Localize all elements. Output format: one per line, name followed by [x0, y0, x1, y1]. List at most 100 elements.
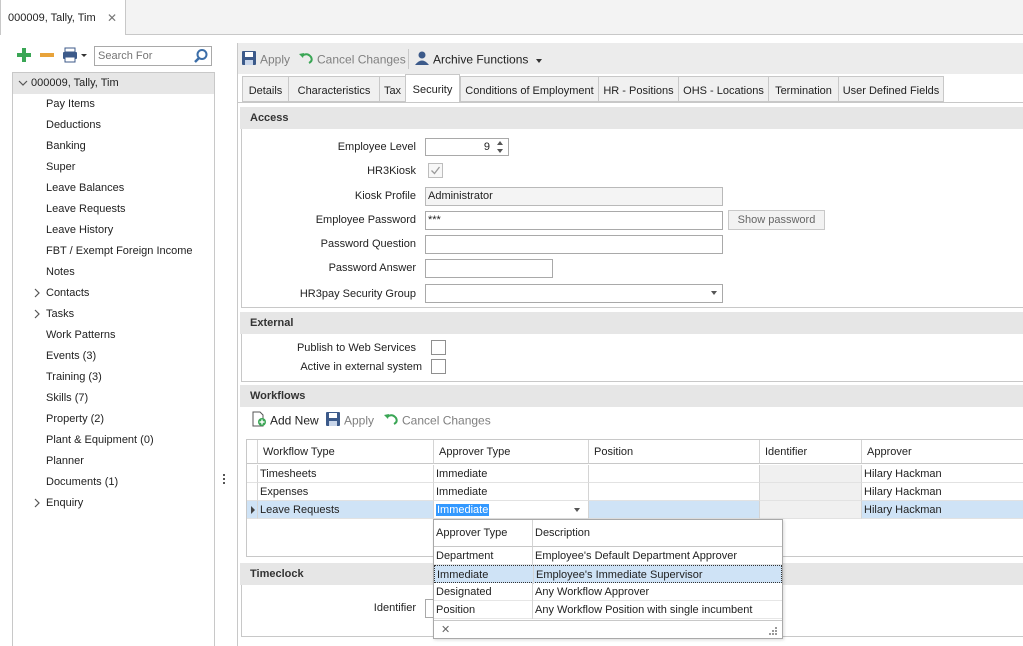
table-cell[interactable]: Immediate — [434, 501, 589, 519]
tree-item-label: Deductions — [46, 119, 102, 131]
tree-item[interactable]: Banking — [13, 136, 214, 157]
option-type: Immediate — [437, 569, 489, 581]
tab-ohs-locations[interactable]: OHS - Locations — [678, 76, 768, 102]
employee-level-spinner[interactable]: 9 — [425, 138, 509, 156]
table-cell[interactable]: Expenses — [258, 483, 434, 501]
tree-item-label: Documents (1) — [46, 476, 119, 488]
tree-item[interactable]: Pay Items — [13, 94, 214, 115]
tree-item[interactable]: Planner — [13, 451, 214, 472]
row-indicator[interactable] — [247, 465, 258, 483]
table-cell[interactable]: Hilary Hackman — [862, 483, 1023, 501]
external-section: Publish to Web Services Active in extern… — [241, 334, 1023, 382]
access-section-header[interactable]: Access — [240, 107, 1023, 129]
tab-termination[interactable]: Termination — [768, 76, 838, 102]
add-icon[interactable] — [16, 47, 32, 66]
cancel-changes-button[interactable]: Cancel Changes — [298, 50, 406, 68]
table-cell[interactable] — [760, 501, 862, 519]
employee-password-field[interactable]: *** — [425, 211, 723, 230]
print-icon[interactable] — [62, 47, 88, 66]
tree-item[interactable]: FBT / Exempt Foreign Income — [13, 241, 214, 262]
tree-item[interactable]: Documents (1) — [13, 472, 214, 493]
pane-splitter[interactable] — [221, 473, 227, 485]
spin-down-icon[interactable] — [497, 149, 503, 153]
column-header[interactable]: Approver Type — [434, 440, 589, 464]
column-divider — [533, 566, 534, 584]
tree-item[interactable]: Super — [13, 157, 214, 178]
hr3kiosk-checkbox[interactable] — [428, 163, 443, 178]
chevron-down-icon[interactable] — [574, 508, 580, 512]
kiosk-profile-field[interactable]: Administrator — [425, 187, 723, 206]
close-icon[interactable]: ✕ — [107, 11, 117, 25]
approver-type-option[interactable]: Designated Any Workflow Approver — [434, 583, 782, 601]
column-header[interactable]: Approver — [862, 440, 1023, 464]
tab-details[interactable]: Details — [242, 76, 288, 102]
tab-conditions-of-employment[interactable]: Conditions of Employment — [460, 76, 598, 102]
approver-type-option[interactable]: Department Employee's Default Department … — [434, 547, 782, 565]
password-answer-field[interactable] — [425, 259, 553, 278]
add-new-button[interactable]: Add New — [251, 411, 319, 429]
table-cell[interactable] — [589, 465, 760, 483]
table-cell[interactable]: Hilary Hackman — [862, 465, 1023, 483]
tab-tax[interactable]: Tax — [379, 76, 405, 102]
tree-item[interactable]: Plant & Equipment (0) — [13, 430, 214, 451]
table-cell[interactable] — [589, 483, 760, 501]
tree-item[interactable]: Skills (7) — [13, 388, 214, 409]
search-input[interactable] — [95, 47, 190, 65]
document-tab[interactable]: 000009, Tally, Tim ✕ — [0, 0, 126, 36]
tree-item[interactable]: Leave Requests — [13, 199, 214, 220]
publish-web-services-checkbox[interactable] — [431, 340, 446, 355]
tree-root[interactable]: 000009, Tally, Tim — [13, 73, 214, 94]
tree-item[interactable]: Notes — [13, 262, 214, 283]
show-password-button[interactable]: Show password — [728, 210, 825, 230]
approver-type-editor-value[interactable]: Immediate — [436, 504, 490, 516]
tree-item[interactable]: Training (3) — [13, 367, 214, 388]
tab-security[interactable]: Security — [405, 74, 460, 103]
clear-icon[interactable]: ✕ — [441, 623, 450, 636]
table-cell[interactable]: Immediate — [434, 483, 589, 501]
table-cell[interactable]: Timesheets — [258, 465, 434, 483]
workflows-section-header[interactable]: Workflows — [240, 385, 1023, 407]
chevron-right-icon[interactable] — [31, 493, 43, 522]
tab-hr-positions[interactable]: HR - Positions — [598, 76, 678, 102]
tab-user-defined-fields[interactable]: User Defined Fields — [838, 76, 944, 102]
external-section-header[interactable]: External — [240, 312, 1023, 334]
tree-item-label: FBT / Exempt Foreign Income — [46, 245, 193, 257]
tree-item[interactable]: Deductions — [13, 115, 214, 136]
workflow-cancel-changes-button[interactable]: Cancel Changes — [383, 411, 491, 429]
tree-item[interactable]: Leave Balances — [13, 178, 214, 199]
tab-characteristics[interactable]: Characteristics — [288, 76, 379, 102]
table-cell[interactable]: Hilary Hackman — [862, 501, 1023, 519]
tree-root-label: 000009, Tally, Tim — [31, 77, 119, 89]
workflow-apply-button[interactable]: Apply — [325, 411, 374, 429]
tree-item[interactable]: Property (2) — [13, 409, 214, 430]
tree-item[interactable]: Contacts — [13, 283, 214, 304]
table-cell[interactable] — [589, 501, 760, 519]
active-external-checkbox[interactable] — [431, 359, 446, 374]
table-cell[interactable]: Immediate — [434, 465, 589, 483]
tree-item[interactable]: Tasks — [13, 304, 214, 325]
tree-item[interactable]: Work Patterns — [13, 325, 214, 346]
archive-functions-menu[interactable]: Archive Functions — [414, 50, 542, 68]
spin-up-icon[interactable] — [497, 141, 503, 145]
table-cell[interactable] — [760, 465, 862, 483]
search-icon[interactable] — [193, 48, 209, 67]
tree-item[interactable]: Leave History — [13, 220, 214, 241]
password-question-field[interactable] — [425, 235, 723, 254]
column-header[interactable]: Workflow Type — [258, 440, 434, 464]
resize-grip-icon[interactable] — [768, 626, 778, 639]
search-box[interactable] — [94, 46, 212, 66]
approver-type-option[interactable]: Position Any Workflow Position with singl… — [434, 601, 782, 619]
security-group-select[interactable] — [425, 284, 723, 303]
column-header[interactable]: Identifier — [760, 440, 862, 464]
approver-type-option[interactable]: Immediate Employee's Immediate Supervisor — [434, 565, 782, 584]
remove-icon[interactable] — [39, 47, 55, 66]
row-indicator[interactable] — [247, 501, 258, 519]
row-indicator[interactable] — [247, 483, 258, 501]
tree-item[interactable]: Events (3) — [13, 346, 214, 367]
column-header[interactable]: Position — [589, 440, 760, 464]
apply-button[interactable]: Apply — [241, 50, 290, 68]
tree-item[interactable]: Enquiry — [13, 493, 214, 514]
table-cell[interactable]: Leave Requests — [258, 501, 434, 519]
table-cell[interactable] — [760, 483, 862, 501]
approver-type-dropdown: Approver Type Description Department Employ… — [433, 519, 783, 639]
